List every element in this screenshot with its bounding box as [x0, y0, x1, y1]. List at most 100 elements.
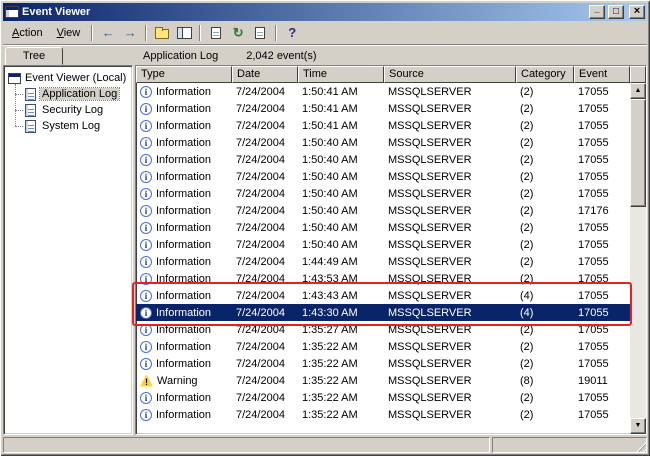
- up-one-level-button[interactable]: [151, 23, 173, 43]
- tree-item-application-log[interactable]: Application Log: [15, 86, 130, 102]
- information-icon: [140, 306, 152, 319]
- forward-button[interactable]: [119, 23, 141, 43]
- vertical-scrollbar[interactable]: [630, 83, 646, 434]
- header-strip: Tree Application Log 2,042 event(s): [3, 45, 647, 65]
- event-row[interactable]: Information 7/24/2004 1:50:40 AM MSSQLSE…: [136, 219, 630, 236]
- event-source: MSSQLSERVER: [388, 391, 472, 404]
- log-icon: [25, 119, 36, 133]
- event-time: 1:50:41 AM: [302, 85, 358, 98]
- menu-view[interactable]: View: [50, 24, 88, 42]
- column-header-source[interactable]: Source: [384, 66, 516, 83]
- event-time: 1:50:40 AM: [302, 170, 358, 183]
- menu-action[interactable]: Action: [5, 24, 50, 42]
- event-source: MSSQLSERVER: [388, 289, 472, 302]
- event-time: 1:35:27 AM: [302, 323, 358, 336]
- tree-root-event-viewer-local[interactable]: Event Viewer (Local): [6, 70, 130, 86]
- event-id: 17055: [578, 323, 609, 336]
- event-source: MSSQLSERVER: [388, 221, 472, 234]
- minimize-button[interactable]: [589, 5, 605, 19]
- column-headers: Type Date Time Source Category Event: [136, 66, 646, 83]
- scroll-up-button[interactable]: [630, 83, 646, 99]
- titlebar[interactable]: Event Viewer: [3, 3, 647, 21]
- event-row[interactable]: Information 7/24/2004 1:50:40 AM MSSQLSE…: [136, 168, 630, 185]
- event-source: MSSQLSERVER: [388, 187, 472, 200]
- event-row[interactable]: Information 7/24/2004 1:43:53 AM MSSQLSE…: [136, 270, 630, 287]
- event-viewer-app-icon: [5, 6, 19, 18]
- event-viewer-window: Event Viewer Action View Tree Applicatio…: [0, 0, 650, 456]
- event-row[interactable]: Information 7/24/2004 1:35:22 AM MSSQLSE…: [136, 355, 630, 372]
- event-row[interactable]: Information 7/24/2004 1:35:27 AM MSSQLSE…: [136, 321, 630, 338]
- event-row[interactable]: Information 7/24/2004 1:50:41 AM MSSQLSE…: [136, 117, 630, 134]
- scroll-down-button[interactable]: [630, 418, 646, 434]
- resize-grip[interactable]: [634, 440, 646, 452]
- scrollbar-thumb[interactable]: [630, 99, 646, 207]
- tab-tree[interactable]: Tree: [5, 47, 63, 65]
- event-source: MSSQLSERVER: [388, 306, 472, 319]
- event-row[interactable]: Information 7/24/2004 1:50:40 AM MSSQLSE…: [136, 151, 630, 168]
- event-row[interactable]: Information 7/24/2004 1:50:40 AM MSSQLSE…: [136, 185, 630, 202]
- event-date: 7/24/2004: [236, 289, 285, 302]
- event-category: (2): [520, 408, 534, 421]
- event-time: 1:50:40 AM: [302, 153, 358, 166]
- tree-item-security-log[interactable]: Security Log: [15, 102, 130, 118]
- event-id: 17055: [578, 170, 609, 183]
- event-date: 7/24/2004: [236, 204, 285, 217]
- properties-button[interactable]: [205, 23, 227, 43]
- event-row[interactable]: Information 7/24/2004 1:43:43 AM MSSQLSE…: [136, 287, 630, 304]
- event-category: (8): [520, 374, 534, 387]
- scrollbar-track[interactable]: [630, 207, 646, 418]
- tree-children: Application Log Security Log System Log: [15, 84, 130, 134]
- event-source: MSSQLSERVER: [388, 323, 472, 336]
- back-button[interactable]: [97, 23, 119, 43]
- event-row[interactable]: Information 7/24/2004 1:44:49 AM MSSQLSE…: [136, 253, 630, 270]
- event-source: MSSQLSERVER: [388, 136, 472, 149]
- event-type: Information: [156, 85, 212, 98]
- column-header-category[interactable]: Category: [516, 66, 574, 83]
- event-source: MSSQLSERVER: [388, 357, 472, 370]
- event-category: (2): [520, 221, 534, 234]
- event-time: 1:50:40 AM: [302, 238, 358, 251]
- information-icon: [140, 136, 152, 149]
- event-row[interactable]: Information 7/24/2004 1:50:40 AM MSSQLSE…: [136, 202, 630, 219]
- tree-item-label: Application Log: [38, 87, 121, 101]
- help-button[interactable]: [281, 23, 303, 43]
- event-row[interactable]: Information 7/24/2004 1:50:41 AM MSSQLSE…: [136, 83, 630, 100]
- event-date: 7/24/2004: [236, 221, 285, 234]
- event-category: (2): [520, 170, 534, 183]
- event-category: (2): [520, 85, 534, 98]
- event-row[interactable]: Information 7/24/2004 1:50:40 AM MSSQLSE…: [136, 236, 630, 253]
- event-row[interactable]: Information 7/24/2004 1:35:22 AM MSSQLSE…: [136, 338, 630, 355]
- refresh-button[interactable]: [227, 23, 249, 43]
- export-list-button[interactable]: [249, 23, 271, 43]
- list-caption: Application Log 2,042 event(s): [133, 50, 647, 65]
- event-id: 17055: [578, 153, 609, 166]
- list-body: Information 7/24/2004 1:50:41 AM MSSQLSE…: [136, 83, 646, 434]
- event-row[interactable]: Information 7/24/2004 1:43:30 AM MSSQLSE…: [136, 304, 630, 321]
- event-row[interactable]: Information 7/24/2004 1:50:41 AM MSSQLSE…: [136, 100, 630, 117]
- toolbar-separator: [275, 24, 278, 41]
- information-icon: [140, 238, 152, 251]
- event-row[interactable]: Information 7/24/2004 1:35:22 AM MSSQLSE…: [136, 389, 630, 406]
- event-date: 7/24/2004: [236, 119, 285, 132]
- show-hide-tree-button[interactable]: [173, 23, 195, 43]
- tree-item-system-log[interactable]: System Log: [15, 118, 130, 134]
- warning-icon: [140, 374, 153, 387]
- maximize-button[interactable]: [608, 5, 624, 19]
- information-icon: [140, 119, 152, 132]
- event-row[interactable]: Warning 7/24/2004 1:35:22 AM MSSQLSERVER…: [136, 372, 630, 389]
- column-header-time[interactable]: Time: [298, 66, 384, 83]
- event-row[interactable]: Information 7/24/2004 1:50:40 AM MSSQLSE…: [136, 134, 630, 151]
- event-id: 17055: [578, 357, 609, 370]
- event-category: (4): [520, 289, 534, 302]
- show-hide-tree-icon: [176, 26, 192, 39]
- column-header-event[interactable]: Event: [574, 66, 630, 83]
- console-root-icon: [8, 72, 21, 84]
- event-type: Information: [156, 340, 212, 353]
- event-id: 17055: [578, 306, 609, 319]
- event-row[interactable]: Information 7/24/2004 1:35:22 AM MSSQLSE…: [136, 406, 630, 423]
- close-button[interactable]: [629, 5, 645, 19]
- event-category: (2): [520, 255, 534, 268]
- event-time: 1:43:30 AM: [302, 306, 358, 319]
- column-header-type[interactable]: Type: [136, 66, 232, 83]
- column-header-date[interactable]: Date: [232, 66, 298, 83]
